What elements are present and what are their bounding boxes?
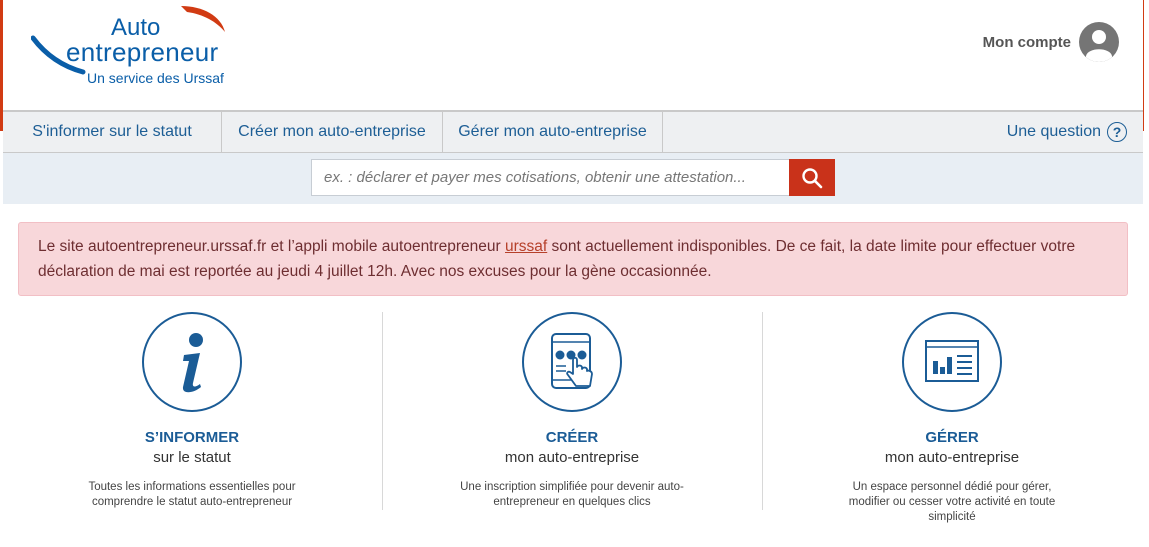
feature-description: Un espace personnel dédié pour gérer, mo…	[848, 481, 1056, 523]
column-divider	[762, 312, 763, 510]
user-avatar-icon	[1079, 22, 1119, 62]
alert-link-urssaf[interactable]: urssaf	[505, 238, 547, 255]
feature-subtitle[interactable]: sur le statut	[12, 449, 372, 466]
feature-title[interactable]: CRÉER	[392, 429, 752, 446]
feature-description: Une inscription simplifiée pour devenir …	[460, 481, 684, 508]
search-button[interactable]	[789, 159, 835, 196]
column-divider	[382, 312, 383, 510]
main-nav: S'informer sur le statut Créer mon auto-…	[3, 110, 1143, 153]
feature-title[interactable]: S’INFORMER	[12, 429, 372, 446]
search-icon	[802, 167, 823, 188]
site-header: Auto entrepreneur Un service des Urssaf …	[3, 0, 1143, 110]
feature-gerer[interactable]: GÉRER mon auto-entreprise Un espace pers…	[772, 312, 1132, 523]
account-button[interactable]: Mon compte	[983, 22, 1119, 62]
info-icon[interactable]	[142, 312, 242, 412]
nav-question-link[interactable]: Une question ?	[1007, 112, 1127, 152]
site-logo[interactable]: Auto entrepreneur Un service des Urssaf	[31, 2, 231, 92]
nav-item-informer[interactable]: S'informer sur le statut	[3, 112, 222, 152]
feature-description: Toutes les informations essentielles pou…	[88, 481, 296, 508]
feature-subtitle[interactable]: mon auto-entreprise	[772, 449, 1132, 466]
dashboard-chart-icon[interactable]	[902, 312, 1002, 412]
account-label: Mon compte	[982, 33, 1071, 51]
alert-text-start: Le site autoentrepreneur.urssaf.fr et l’…	[38, 238, 506, 255]
feature-subtitle[interactable]: mon auto-entreprise	[392, 449, 752, 466]
logo-tagline: Un service des Urssaf	[87, 70, 224, 86]
search-input[interactable]	[311, 159, 789, 196]
unavailability-alert: Le site autoentrepreneur.urssaf.fr et l’…	[18, 222, 1128, 296]
search-band	[3, 153, 1143, 204]
feature-informer[interactable]: S’INFORMER sur le statut Toutes les info…	[12, 312, 372, 512]
tablet-tap-icon[interactable]	[522, 312, 622, 412]
logo-text-entrepreneur: entrepreneur	[66, 37, 219, 67]
nav-question-label: Une question	[1006, 123, 1101, 140]
question-mark-icon: ?	[1107, 122, 1127, 142]
nav-item-creer[interactable]: Créer mon auto-entreprise	[222, 112, 443, 152]
nav-item-gerer[interactable]: Gérer mon auto-entreprise	[443, 112, 663, 152]
feature-title[interactable]: GÉRER	[772, 429, 1132, 446]
feature-creer[interactable]: CRÉER mon auto-entreprise Une inscriptio…	[392, 312, 752, 512]
